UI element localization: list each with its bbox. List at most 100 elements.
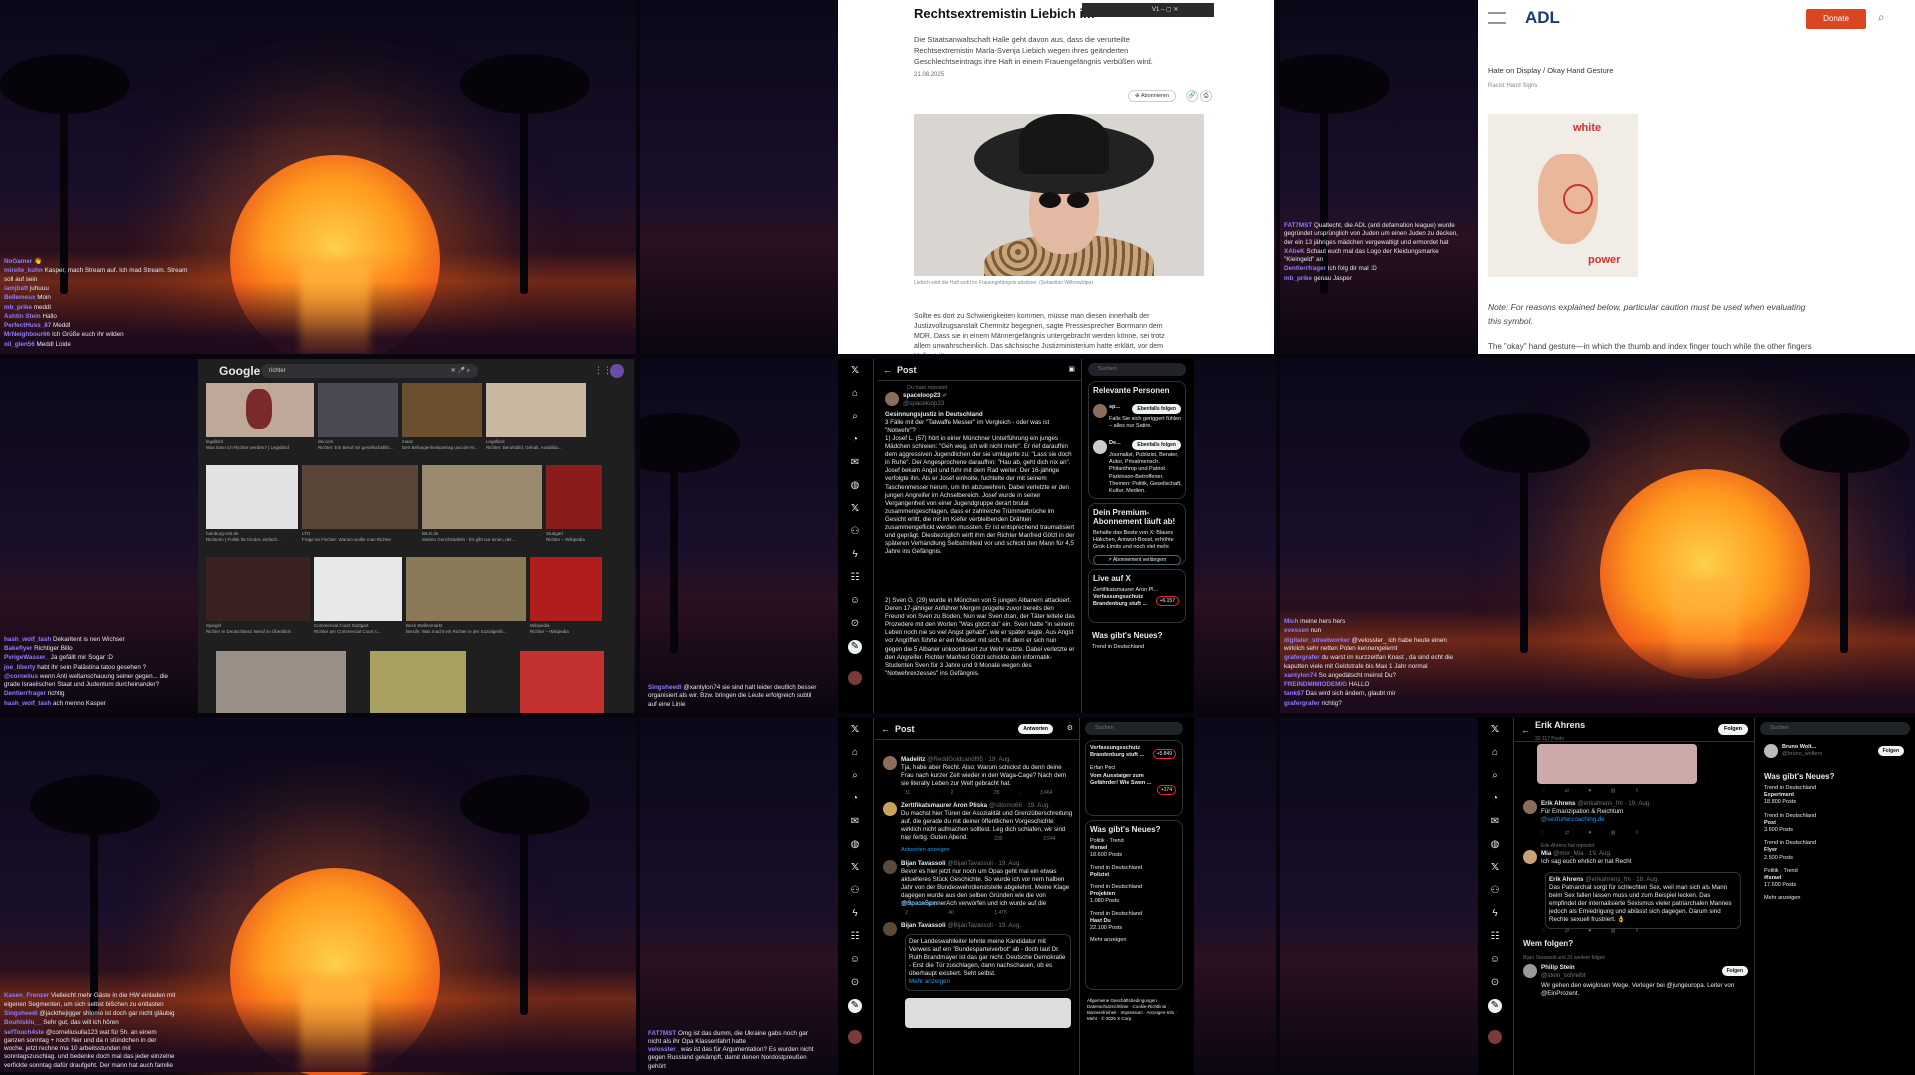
trend-item[interactable]: Politik · Trend #Israel 17.600 Posts	[1764, 868, 1906, 890]
live-topic[interactable]: Verfassungsschutz Brandenburg stuft ...	[1090, 745, 1152, 759]
back-arrow-icon[interactable]: ←	[883, 359, 892, 381]
print-icon[interactable]: ⎙	[1200, 90, 1212, 102]
live-host[interactable]: Erfan Peci	[1090, 765, 1178, 772]
follow-button[interactable]: Ebenfalls folgen	[1132, 404, 1181, 414]
search-icon[interactable]: ⌕	[848, 769, 862, 783]
more-icon[interactable]: ⊙	[848, 617, 862, 631]
trend-item[interactable]: Trend in Deutschland Projekten 1.080 Posts	[1090, 884, 1178, 906]
image-result[interactable]	[370, 651, 466, 713]
more-icon[interactable]: ⊙	[1488, 976, 1502, 990]
image-result[interactable]	[546, 465, 602, 529]
quoted-post[interactable]: Der Landeswahlleiter lehnte meine Kandid…	[905, 934, 1071, 991]
live-topic[interactable]: Vom Ausstaiger zum Gefährder! Wie Swen .…	[1090, 773, 1152, 787]
live-topic[interactable]: Verfassungsschutz Brandenburg stuft ...	[1093, 594, 1153, 608]
avatar[interactable]	[1523, 800, 1537, 814]
trend-item[interactable]: Trend in Deutschland Hast Du 22.100 Posts	[1090, 911, 1178, 933]
post-actions[interactable]: ♡ ⇄ ♥ ▥ ⇪	[1541, 830, 1711, 836]
search-icon[interactable]: ⌕	[1878, 10, 1885, 25]
search-input[interactable]: Suchen	[1085, 722, 1183, 735]
minimize-icon[interactable]: –	[1161, 7, 1164, 13]
x-premium-icon[interactable]: 𝕏	[848, 502, 862, 516]
x-premium-icon[interactable]: 𝕏	[848, 861, 862, 875]
home-icon[interactable]: ⌂	[848, 387, 862, 401]
home-icon[interactable]: ⌂	[848, 746, 862, 760]
settings-icon[interactable]: ⚙	[1067, 718, 1073, 740]
post-actions[interactable]: 12 · 1 · 230 · 3.544	[905, 836, 1075, 842]
people-icon[interactable]: ⚇	[848, 525, 862, 539]
show-more-link[interactable]: Mehr anzeigen	[1764, 895, 1906, 902]
avatar[interactable]	[848, 1030, 862, 1044]
avatar[interactable]	[883, 922, 897, 936]
avatar[interactable]	[1093, 440, 1107, 454]
image-result[interactable]	[520, 651, 604, 713]
follow-button[interactable]: Folgen	[1877, 746, 1904, 756]
image-result[interactable]	[422, 465, 542, 529]
suggested-user[interactable]: Philip Stein @stein_schreibt	[1541, 964, 1691, 980]
renew-subscription-button[interactable]: ↗ Abonnement verlängern	[1093, 554, 1181, 565]
search-icon[interactable]: ⌕	[1488, 769, 1502, 783]
show-more-link[interactable]: Mehr anzeigen	[901, 900, 1091, 908]
breadcrumb[interactable]: Hate on Display / Okay Hand Gesture	[1488, 66, 1613, 75]
mail-icon[interactable]: ✉	[848, 815, 862, 829]
trend-item[interactable]: Trend in Deutschland Experiment 18.800 Pos…	[1764, 785, 1906, 807]
show-replies-link[interactable]: Antworten anzeigen	[901, 846, 1091, 854]
x-logo-icon[interactable]: 𝕏	[848, 723, 862, 737]
back-arrow-icon[interactable]: ←	[881, 718, 890, 740]
embedded-image[interactable]	[905, 998, 1071, 1028]
communities-icon[interactable]: ☷	[848, 930, 862, 944]
image-result[interactable]	[402, 383, 482, 437]
compose-icon[interactable]: ✎	[848, 999, 862, 1013]
search-input[interactable]: Suchen	[1088, 363, 1186, 376]
post-actions[interactable]: 11 · 2 · 35 · 3.464	[905, 790, 1075, 796]
person-name[interactable]: sp...	[1109, 404, 1120, 411]
avatar[interactable]	[1523, 850, 1537, 864]
trend-item[interactable]: Politik · Trend #Israel 18.600 Posts	[1090, 838, 1178, 860]
reader-icon[interactable]: ▣	[1068, 359, 1075, 381]
donate-button[interactable]: Donate	[1806, 9, 1866, 29]
image-result[interactable]	[486, 383, 586, 437]
lightning-icon[interactable]: ϟ	[1488, 907, 1502, 921]
people-icon[interactable]: ⚇	[1488, 884, 1502, 898]
people-icon[interactable]: ⚇	[848, 884, 862, 898]
search-input[interactable]: Suchen	[1760, 722, 1910, 735]
image-result[interactable]	[302, 465, 418, 529]
grok-icon[interactable]: ◍	[848, 838, 862, 852]
back-arrow-icon[interactable]: ←	[1521, 724, 1530, 736]
hamburger-menu-icon[interactable]	[1488, 12, 1506, 24]
avatar[interactable]	[610, 364, 624, 378]
trend-item[interactable]: Trend in Deutschland Post 3.600 Posts	[1764, 813, 1906, 835]
live-host[interactable]: Zertifikatsmaurer Aron Pl...	[1093, 587, 1181, 594]
avatar[interactable]	[883, 756, 897, 770]
image-result[interactable]	[206, 383, 314, 437]
x-logo-icon[interactable]: 𝕏	[1488, 723, 1502, 737]
communities-icon[interactable]: ☷	[1488, 930, 1502, 944]
avatar[interactable]	[1523, 964, 1537, 978]
quoted-post[interactable]: Erik Ahrens @erikahrens_fm · 18. Aug. Das…	[1545, 872, 1741, 929]
search-input[interactable]: richter ✕ 🎤 ⌕	[261, 364, 478, 378]
image-result[interactable]	[216, 651, 346, 713]
floating-toolbar[interactable]: V1 – ▢ ✕	[1082, 3, 1214, 17]
x-premium-icon[interactable]: 𝕏	[1488, 861, 1502, 875]
footer-links[interactable]: Allgemeine Geschäftsbedingungen · Datens…	[1087, 998, 1183, 1022]
avatar[interactable]	[883, 802, 897, 816]
image-result[interactable]	[314, 557, 402, 621]
post-actions[interactable]: ♡ ⇄ ♥ ▥ ⇪	[1541, 928, 1711, 934]
avatar[interactable]	[1488, 1030, 1502, 1044]
avatar[interactable]	[1093, 404, 1107, 418]
avatar[interactable]	[885, 392, 899, 406]
close-icon[interactable]: ✕ 🎤 ⌕	[451, 364, 470, 378]
grok-icon[interactable]: ◍	[848, 479, 862, 493]
trend-item[interactable]: Trend in Deutschland Polizist	[1090, 865, 1178, 879]
image-result[interactable]	[530, 557, 602, 621]
search-icon[interactable]: ⌕	[848, 410, 862, 424]
bell-icon[interactable]: ◔	[848, 792, 862, 806]
lightning-icon[interactable]: ϟ	[848, 548, 862, 562]
post-actions[interactable]: 2 · 40 · 1.475	[905, 910, 1075, 916]
avatar[interactable]	[848, 671, 862, 685]
post-actions[interactable]: ♡ ⇄ ♥ ▥ ⇪	[1541, 788, 1711, 794]
mail-icon[interactable]: ✉	[848, 456, 862, 470]
image-result[interactable]	[318, 383, 398, 437]
profile-icon[interactable]: ☺	[848, 953, 862, 967]
embedded-image[interactable]	[1537, 744, 1697, 784]
grok-icon[interactable]: ◍	[1488, 838, 1502, 852]
